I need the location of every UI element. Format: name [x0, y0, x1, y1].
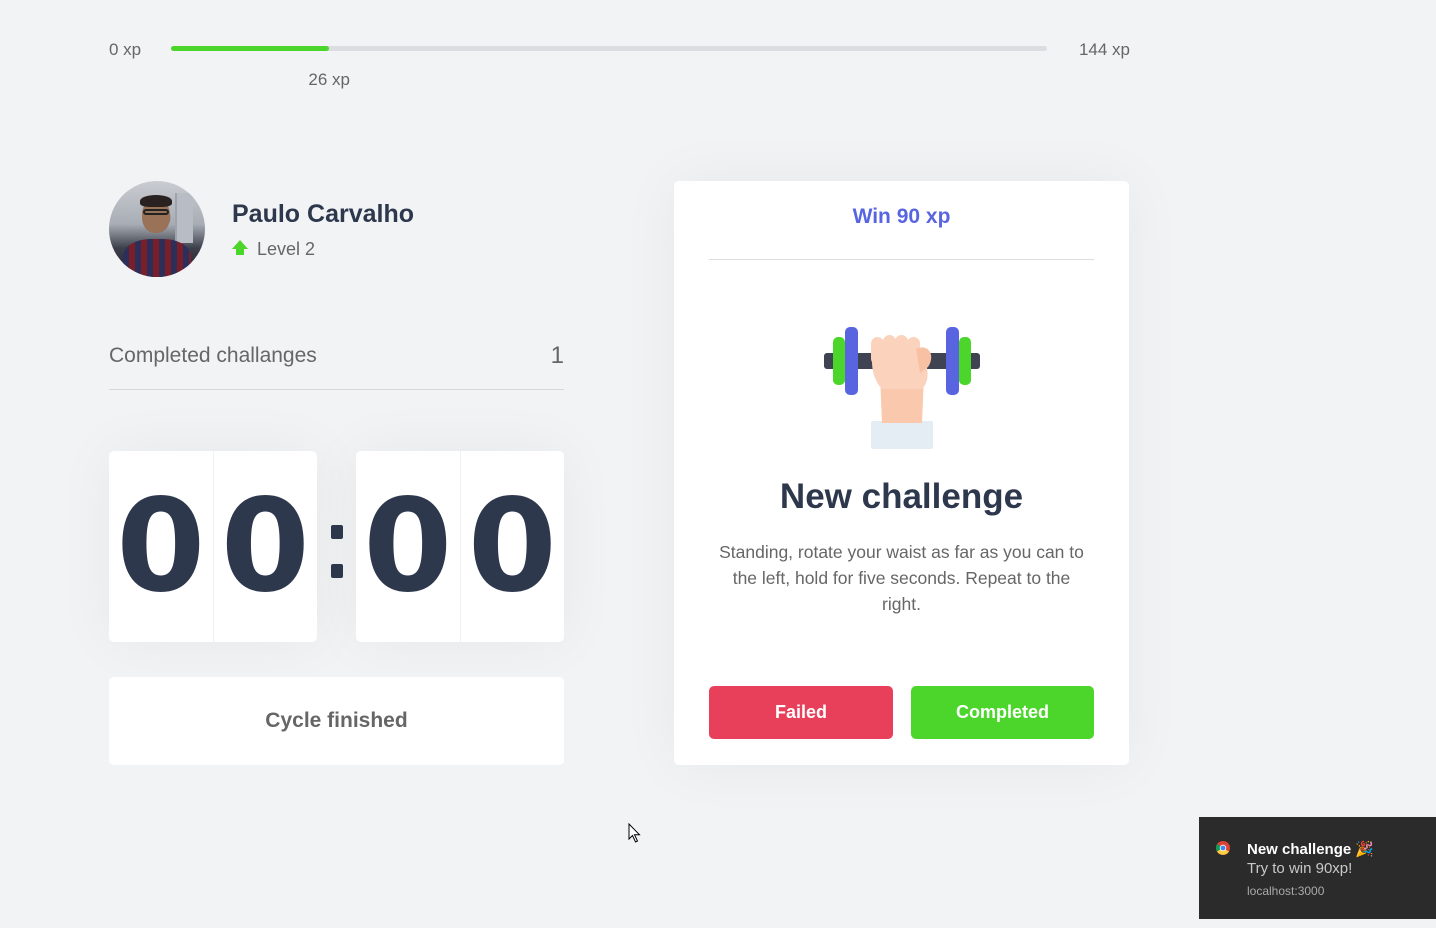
challenge-title: New challenge	[779, 477, 1024, 516]
level-up-arrow-icon	[232, 239, 248, 256]
failed-button[interactable]: Failed	[709, 686, 893, 739]
challenge-description: Standing, rotate your waist as far as yo…	[719, 542, 1084, 614]
mouse-cursor-icon	[628, 823, 641, 843]
avatar	[109, 181, 205, 277]
experience-bar: 0 xp 26 xp 144 xp	[109, 36, 1130, 89]
desktop-notification[interactable]: New challenge 🎉 Try to win 90xp! localho…	[1199, 817, 1436, 919]
challenge-reward-label: Win 90 xp	[852, 205, 951, 228]
countdown: 0 0 0 0	[109, 451, 564, 642]
cycle-finished-button[interactable]: Cycle finished	[109, 677, 564, 765]
challenge-reward-header: Win 90 xp	[709, 205, 1094, 260]
dumbbell-body-icon	[824, 327, 980, 449]
xp-track: 26 xp	[171, 46, 1047, 89]
page: 0 xp 26 xp 144 xp Paulo Carvalho Level 2…	[0, 0, 1436, 928]
notification-body: Try to win 90xp!	[1247, 860, 1353, 877]
chrome-icon	[1216, 841, 1230, 855]
countdown-minutes: 0 0	[109, 451, 317, 642]
challenge-card: Win 90 xp New challenge Standing, rotate…	[674, 181, 1129, 765]
level-label: Level 2	[257, 239, 316, 259]
completed-challenges-count: 1	[550, 342, 564, 369]
xp-min-label: 0 xp	[109, 40, 142, 59]
minutes-ones-digit: 0	[212, 451, 318, 642]
notification-title: New challenge 🎉	[1247, 841, 1375, 858]
countdown-seconds: 0 0	[356, 451, 564, 642]
profile: Paulo Carvalho Level 2	[109, 181, 564, 277]
seconds-ones-digit: 0	[459, 451, 565, 642]
countdown-colon	[317, 451, 356, 642]
completed-button[interactable]: Completed	[911, 686, 1094, 739]
completed-challenges-label: Completed challanges	[109, 344, 317, 367]
xp-progress-fill	[171, 46, 330, 51]
seconds-tens-digit: 0	[363, 472, 453, 621]
completed-challenges: Completed challanges 1	[109, 340, 564, 390]
xp-max-label: 144 xp	[1078, 40, 1130, 59]
profile-level: Level 2	[232, 239, 315, 260]
notification-source: localhost:3000	[1247, 884, 1325, 898]
profile-name: Paulo Carvalho	[232, 200, 414, 228]
xp-current-label: 26 xp	[308, 70, 350, 89]
minutes-tens-digit: 0	[116, 472, 206, 621]
